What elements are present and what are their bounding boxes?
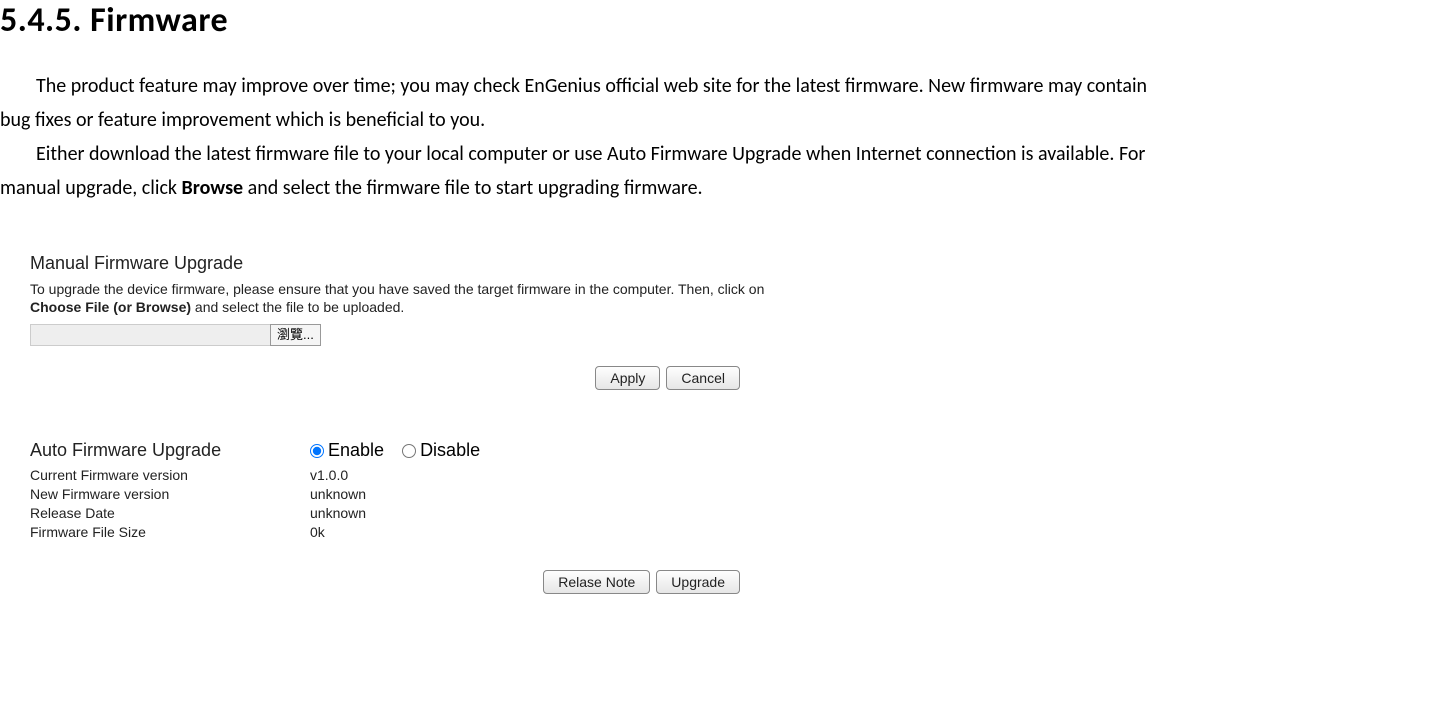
section-heading: 5.4.5. Firmware: [0, 0, 1436, 41]
info-row: New Firmware version unknown: [30, 486, 770, 502]
info-value: unknown: [310, 486, 366, 502]
info-row: Release Date unknown: [30, 505, 770, 521]
disable-label: Disable: [420, 440, 480, 461]
auto-upgrade-label: Auto Firmware Upgrade: [30, 440, 310, 461]
paragraph-1-line1: The product feature may improve over tim…: [0, 71, 1436, 101]
browse-button[interactable]: 瀏覽...: [270, 324, 321, 346]
paragraph-2-line1: Either download the latest firmware file…: [0, 139, 1436, 169]
disable-option[interactable]: Disable: [402, 440, 480, 461]
info-value: 0k: [310, 524, 325, 540]
enable-label: Enable: [328, 440, 384, 461]
info-label: Current Firmware version: [30, 467, 310, 483]
auto-button-row: Relase Note Upgrade: [30, 570, 770, 594]
info-row: Current Firmware version v1.0.0: [30, 467, 770, 483]
apply-button[interactable]: Apply: [595, 366, 660, 390]
paragraph-2-bold: Browse: [182, 176, 244, 200]
manual-upgrade-description: To upgrade the device firmware, please e…: [30, 280, 770, 316]
disable-radio[interactable]: [402, 444, 416, 458]
manual-desc-post: and select the file to be uploaded.: [191, 299, 404, 315]
auto-upgrade-row: Auto Firmware Upgrade Enable Disable: [30, 440, 770, 461]
manual-desc-bold: Choose File (or Browse): [30, 299, 191, 315]
paragraph-2-pre: manual upgrade, click: [0, 176, 182, 200]
upgrade-button[interactable]: Upgrade: [656, 570, 740, 594]
auto-radio-group: Enable Disable: [310, 440, 480, 461]
paragraph-2-post: and select the firmware file to start up…: [243, 176, 702, 200]
enable-option[interactable]: Enable: [310, 440, 384, 461]
info-label: Firmware File Size: [30, 524, 310, 540]
cancel-button[interactable]: Cancel: [666, 366, 740, 390]
paragraph-2-line2: manual upgrade, click Browse and select …: [0, 173, 1436, 203]
info-label: Release Date: [30, 505, 310, 521]
paragraph-1-line2: bug fixes or feature improvement which i…: [0, 105, 1436, 135]
info-value: v1.0.0: [310, 467, 348, 483]
info-value: unknown: [310, 505, 366, 521]
file-chooser-row: 瀏覽...: [30, 324, 770, 346]
info-row: Firmware File Size 0k: [30, 524, 770, 540]
release-note-button[interactable]: Relase Note: [543, 570, 650, 594]
manual-upgrade-heading: Manual Firmware Upgrade: [30, 253, 770, 274]
enable-radio[interactable]: [310, 444, 324, 458]
manual-button-row: Apply Cancel: [30, 366, 770, 390]
manual-desc-pre: To upgrade the device firmware, please e…: [30, 281, 764, 297]
info-label: New Firmware version: [30, 486, 310, 502]
firmware-ui-panel: Manual Firmware Upgrade To upgrade the d…: [0, 233, 800, 614]
file-path-field[interactable]: [30, 324, 270, 346]
